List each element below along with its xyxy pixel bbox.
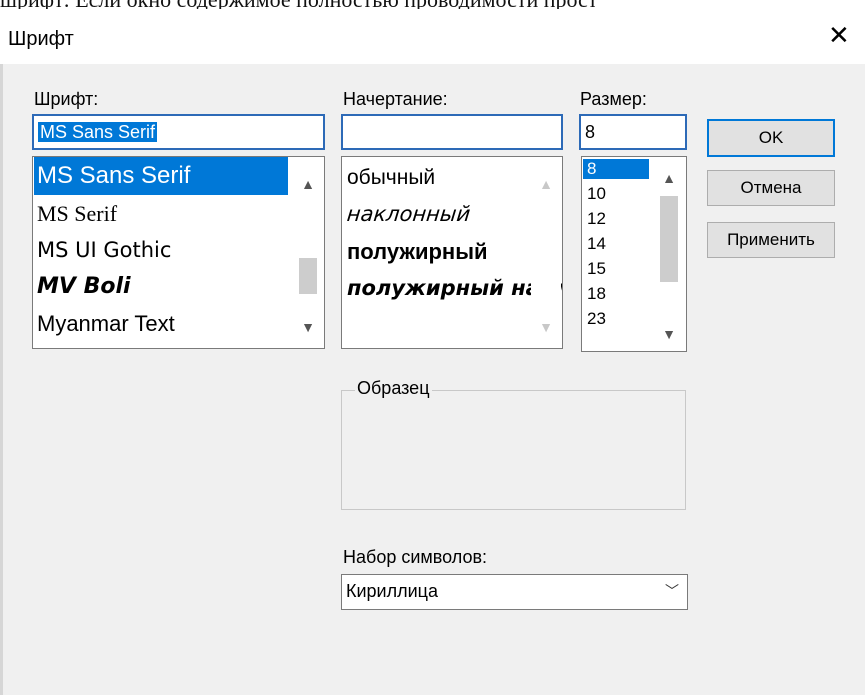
background-document-text: шрифт: Если окно содержимое полностью пр… <box>0 0 597 9</box>
font-item-ms-serif[interactable]: MS Serif <box>34 197 117 231</box>
scroll-down-icon[interactable]: ▼ <box>654 320 684 348</box>
font-item-mv-boli[interactable]: MV Boli <box>34 270 131 304</box>
size-item[interactable]: 14 <box>583 234 606 254</box>
style-item-regular[interactable]: обычный <box>343 161 435 195</box>
style-item-bold[interactable]: полужирный <box>343 235 488 269</box>
scroll-up-icon: ▲ <box>539 176 553 192</box>
scroll-up-icon[interactable]: ▲ <box>293 170 323 198</box>
scroll-down-icon[interactable]: ▼ <box>293 313 323 341</box>
font-label: Шрифт: <box>34 89 99 109</box>
font-name-input[interactable]: MS Sans Serif <box>32 114 325 150</box>
style-list-scrollbar: ▲ ▼ <box>531 158 561 347</box>
ok-button[interactable]: OK <box>707 119 835 157</box>
chevron-down-icon: ﹀ <box>665 583 679 599</box>
scroll-up-icon[interactable]: ▲ <box>654 164 684 192</box>
size-item[interactable]: 8 <box>583 159 649 179</box>
dialog-title: Шрифт <box>8 28 74 50</box>
font-dialog: Шрифт ✕ Шрифт: MS Sans Serif MS Sans Ser… <box>0 9 865 695</box>
close-icon[interactable]: ✕ <box>828 23 850 49</box>
size-item[interactable]: 15 <box>583 259 606 279</box>
charset-label: Набор символов: <box>343 547 488 567</box>
size-list-scroll-thumb[interactable] <box>660 196 678 282</box>
size-label: Размер: <box>580 89 647 109</box>
font-item-ms-ui-gothic[interactable]: MS UI Gothic <box>34 233 171 267</box>
font-list-scrollbar[interactable]: ▲ ▼ <box>293 158 323 347</box>
charset-select[interactable]: Кириллица ﹀ <box>341 574 688 610</box>
title-bar: Шрифт ✕ <box>0 9 865 64</box>
sample-label: Образец <box>355 378 432 399</box>
charset-value: Кириллица <box>346 581 438 601</box>
style-listbox[interactable]: обычный наклонный полужирный полужирный … <box>341 156 563 349</box>
style-item-italic[interactable]: наклонный <box>342 197 472 231</box>
size-listbox[interactable]: 8 10 12 14 15 18 23 ▲ ▼ <box>581 156 687 352</box>
size-item[interactable]: 12 <box>583 209 606 229</box>
style-input[interactable] <box>341 114 563 150</box>
font-item-ms-sans-serif[interactable]: MS Sans Serif <box>34 157 288 195</box>
dialog-left-edge <box>0 64 3 695</box>
background-document-strip: шрифт: Если окно содержимое полностью пр… <box>0 0 865 9</box>
font-list-scroll-thumb[interactable] <box>299 258 317 294</box>
size-input[interactable]: 8 <box>579 114 687 150</box>
font-listbox[interactable]: MS Sans Serif MS Serif MS UI Gothic MV B… <box>32 156 325 349</box>
sample-groupbox <box>341 390 686 510</box>
size-item[interactable]: 10 <box>583 184 606 204</box>
size-item[interactable]: 23 <box>583 309 606 329</box>
cancel-button[interactable]: Отмена <box>707 170 835 206</box>
font-item-myanmar-text[interactable]: Myanmar Text <box>34 307 175 341</box>
size-list-scrollbar[interactable]: ▲ ▼ <box>654 158 684 350</box>
size-item[interactable]: 18 <box>583 284 606 304</box>
style-item-bold-italic[interactable]: полужирный наклонный <box>343 271 562 305</box>
apply-button[interactable]: Применить <box>707 222 835 258</box>
font-name-value: MS Sans Serif <box>38 122 158 142</box>
scroll-down-icon: ▼ <box>539 319 553 335</box>
style-label: Начертание: <box>343 89 448 109</box>
